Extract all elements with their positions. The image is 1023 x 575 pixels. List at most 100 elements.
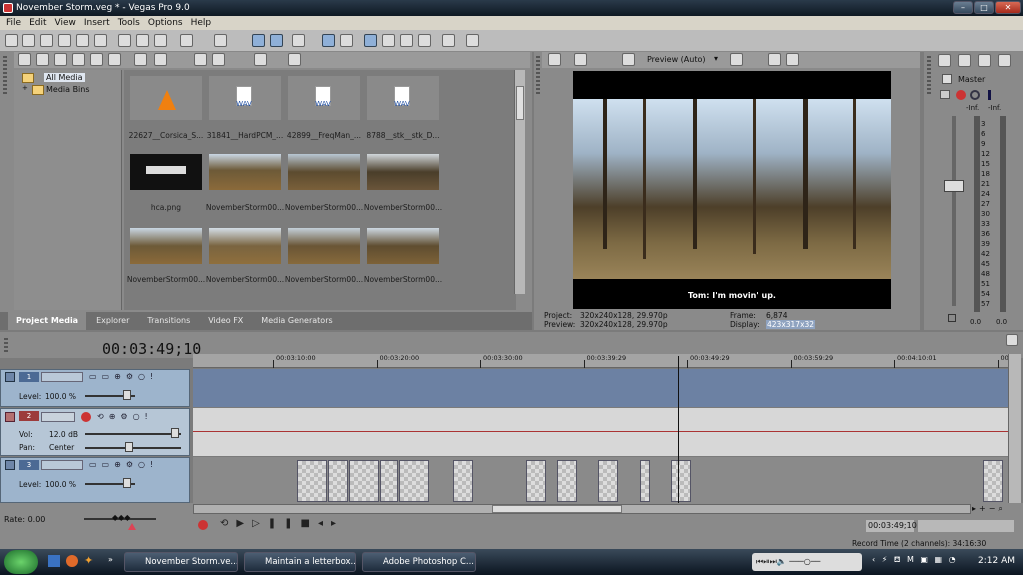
solo-icon[interactable] bbox=[988, 90, 991, 100]
task-photoshop[interactable]: Adobe Photoshop C... bbox=[362, 552, 476, 572]
auto-ripple-icon[interactable] bbox=[270, 34, 283, 47]
save-snapshot-icon[interactable] bbox=[786, 53, 799, 66]
external-monitor-icon[interactable] bbox=[574, 53, 587, 66]
menu-help[interactable]: Help bbox=[191, 16, 212, 30]
mixer-icon[interactable] bbox=[958, 54, 971, 67]
open-icon[interactable] bbox=[22, 34, 35, 47]
timeline-clip[interactable] bbox=[297, 460, 327, 502]
tab-media-generators[interactable]: Media Generators bbox=[253, 312, 340, 330]
media-thumb-wav[interactable]: WAV bbox=[367, 76, 439, 120]
normal-edit-tool-icon[interactable] bbox=[364, 34, 377, 47]
transport-buttons[interactable]: ⟲▶▷❚❚■◂▸ bbox=[220, 518, 360, 532]
timeline-hscroll[interactable] bbox=[193, 504, 971, 514]
track-header-video-3[interactable]: 3 ▭▭⊕⚙○! Level: 100.0 % bbox=[0, 457, 190, 503]
track-controls[interactable]: ▭▭⊕⚙○! bbox=[89, 460, 185, 470]
media-thumb-video[interactable] bbox=[130, 228, 202, 264]
media-scrollbar[interactable] bbox=[514, 70, 525, 294]
help-icon[interactable] bbox=[442, 34, 455, 47]
search-icon[interactable] bbox=[288, 53, 301, 66]
timeline-clip[interactable] bbox=[640, 460, 650, 502]
fx-icon[interactable] bbox=[956, 90, 966, 100]
timeline-clip[interactable] bbox=[349, 460, 379, 502]
media-thumb-video[interactable] bbox=[288, 154, 360, 190]
timeline-clip[interactable] bbox=[983, 460, 1003, 502]
track-controls[interactable]: ▭▭⊕⚙○! bbox=[89, 372, 185, 382]
vol-slider[interactable] bbox=[171, 428, 179, 438]
snap-icon[interactable] bbox=[252, 34, 265, 47]
tree-item-all-media[interactable]: All Media bbox=[44, 73, 85, 82]
tree-item-media-bins[interactable]: Media Bins bbox=[46, 85, 90, 94]
undo-icon[interactable] bbox=[180, 34, 193, 47]
media-thumb-wav[interactable]: WAV bbox=[288, 76, 360, 120]
lane-video-1[interactable] bbox=[193, 369, 1008, 407]
media-thumb-video[interactable] bbox=[288, 228, 360, 264]
copy-snapshot-icon[interactable] bbox=[768, 53, 781, 66]
properties-icon[interactable] bbox=[938, 54, 951, 67]
timeline-clip[interactable] bbox=[399, 460, 429, 502]
properties-icon[interactable] bbox=[154, 53, 167, 66]
lane-audio-2[interactable] bbox=[193, 408, 1008, 456]
dock-grip[interactable] bbox=[4, 338, 8, 354]
level-slider[interactable] bbox=[123, 390, 131, 400]
whats-this-icon[interactable] bbox=[466, 34, 479, 47]
menu-edit[interactable]: Edit bbox=[29, 16, 46, 30]
dim-icon[interactable] bbox=[998, 54, 1011, 67]
remove-media-icon[interactable] bbox=[72, 53, 85, 66]
level-slider[interactable] bbox=[123, 478, 131, 488]
chevron-down-icon[interactable]: ▾ bbox=[714, 54, 718, 63]
dock-grip[interactable] bbox=[927, 56, 931, 96]
collapse-icon[interactable] bbox=[5, 372, 15, 382]
stop-preview-icon[interactable] bbox=[212, 53, 225, 66]
start-button[interactable] bbox=[4, 550, 38, 574]
automation-icon[interactable] bbox=[940, 90, 950, 99]
split-screen-icon[interactable] bbox=[622, 53, 635, 66]
preview-quality-dropdown[interactable]: Preview (Auto) bbox=[647, 55, 706, 64]
render-icon[interactable] bbox=[76, 34, 89, 47]
pan-slider[interactable] bbox=[125, 442, 133, 452]
new-icon[interactable] bbox=[5, 34, 18, 47]
record-button[interactable] bbox=[198, 520, 208, 530]
track-name-field[interactable] bbox=[41, 412, 75, 422]
menu-insert[interactable]: Insert bbox=[84, 16, 110, 30]
media-thumb-wav[interactable]: WAV bbox=[209, 76, 281, 120]
properties-icon[interactable] bbox=[94, 34, 107, 47]
rate-slider[interactable]: ◆◆◆ bbox=[112, 513, 132, 523]
save-icon[interactable] bbox=[40, 34, 53, 47]
firefox-icon[interactable] bbox=[66, 555, 78, 567]
lock-icon[interactable] bbox=[948, 314, 956, 322]
media-thumb-vlc[interactable] bbox=[130, 76, 202, 120]
timeline-clip[interactable] bbox=[526, 460, 546, 502]
menu-options[interactable]: Options bbox=[148, 16, 183, 30]
track-name-field[interactable] bbox=[41, 460, 83, 470]
timeline-clip[interactable] bbox=[671, 460, 691, 502]
timeline-clip[interactable] bbox=[453, 460, 473, 502]
delete-icon[interactable] bbox=[134, 53, 147, 66]
timeline-clip[interactable] bbox=[598, 460, 618, 502]
task-vegas[interactable]: November Storm.ve... bbox=[124, 552, 238, 572]
timeline-clip[interactable] bbox=[557, 460, 577, 502]
pin-icon[interactable] bbox=[1006, 334, 1018, 346]
record-arm-icon[interactable] bbox=[81, 412, 91, 422]
scroll-thumb[interactable] bbox=[516, 86, 524, 120]
paste-icon[interactable] bbox=[154, 34, 167, 47]
tab-explorer[interactable]: Explorer bbox=[88, 312, 137, 330]
playhead-cursor[interactable] bbox=[677, 356, 679, 503]
redo-icon[interactable] bbox=[214, 34, 227, 47]
collapse-icon[interactable] bbox=[5, 460, 15, 470]
menu-file[interactable]: File bbox=[6, 16, 21, 30]
master-fader[interactable] bbox=[944, 180, 964, 192]
views-icon[interactable] bbox=[254, 53, 267, 66]
media-thumb-video[interactable] bbox=[367, 228, 439, 264]
tray-icons[interactable]: ‹ ⚡ ⛾ M ▣ ▦ ◔ bbox=[872, 555, 958, 567]
overlays-icon[interactable] bbox=[730, 53, 743, 66]
menu-view[interactable]: View bbox=[55, 16, 76, 30]
get-media-icon[interactable] bbox=[54, 53, 67, 66]
envelope-tool-icon[interactable] bbox=[382, 34, 395, 47]
capture-icon[interactable] bbox=[36, 53, 49, 66]
hscroll-thumb[interactable] bbox=[492, 505, 622, 513]
maximize-button[interactable]: □ bbox=[974, 1, 994, 14]
media-thumb-logo[interactable] bbox=[130, 154, 202, 190]
time-ruler[interactable]: 00:03:10:00 00:03:20:00 00:03:30:00 00:03:3… bbox=[193, 354, 1015, 368]
tab-project-media[interactable]: Project Media bbox=[8, 312, 87, 330]
track-header-audio-2[interactable]: 2 ⟲⊕⚙○! Vol: 12.0 dB Pan: Center bbox=[0, 408, 190, 456]
